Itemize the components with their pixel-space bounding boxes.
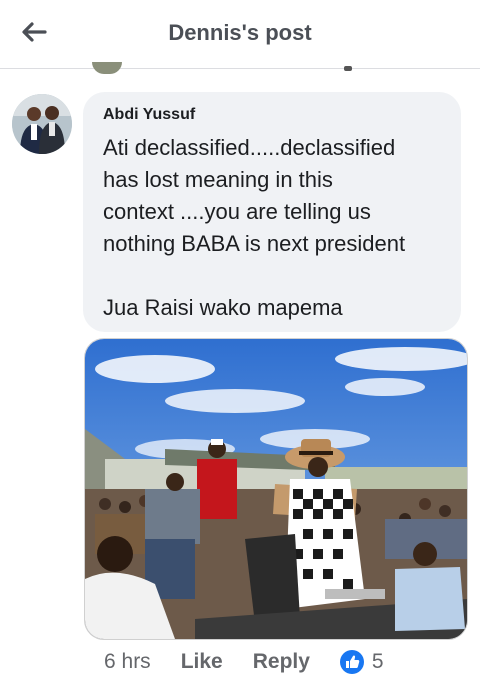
reply-button[interactable]: Reply (253, 650, 310, 674)
top-bar: Dennis's post (0, 0, 480, 69)
comment-timestamp[interactable]: 6 hrs (104, 650, 151, 674)
like-reaction-icon (339, 650, 364, 674)
avatar-photo (12, 94, 72, 154)
comment-text-line: Ati declassified.....declassified (103, 135, 396, 160)
reaction-count: 5 (371, 650, 384, 673)
like-button[interactable]: Like (181, 650, 223, 674)
previous-comment-avatar (92, 62, 122, 74)
previous-comment-fragment (344, 66, 352, 71)
avatar[interactable] (12, 94, 72, 154)
comment-attached-photo[interactable] (84, 338, 468, 640)
comment-text-line: context ....you are telling us (103, 199, 371, 224)
comment-text-line: Jua Raisi wako mapema (103, 295, 343, 320)
reaction-summary[interactable]: 5 (339, 650, 384, 674)
comment-text-line: has lost meaning in this (103, 167, 333, 192)
comment-actions: 6 hrs Like Reply 5 (104, 648, 384, 676)
rally-photo (85, 339, 467, 639)
comment-text-line: nothing BABA is next president (103, 231, 406, 256)
page-title: Dennis's post (168, 20, 312, 45)
comment-bubble: Abdi Yussuf Ati declassified.....declass… (83, 92, 461, 332)
comment-author[interactable]: Abdi Yussuf (103, 106, 443, 124)
